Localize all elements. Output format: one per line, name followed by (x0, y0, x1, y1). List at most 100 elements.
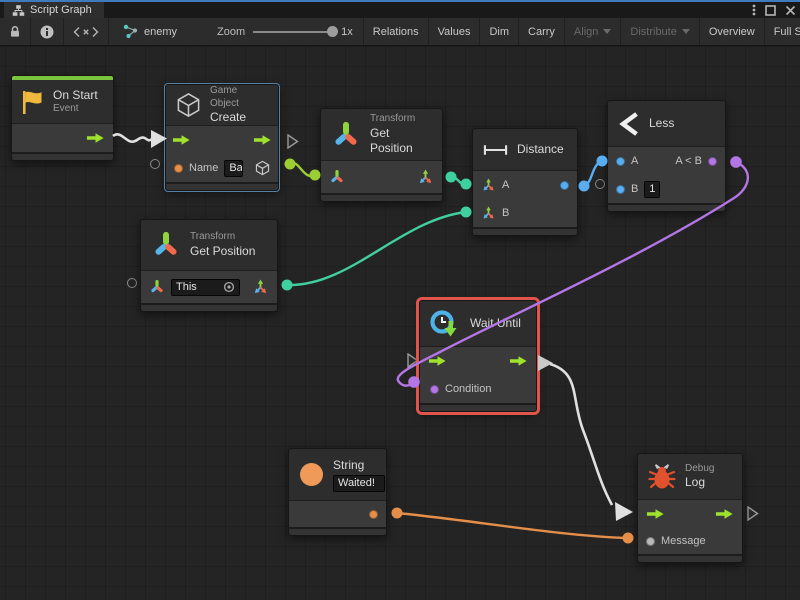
name-value-field[interactable]: Ball (224, 160, 243, 177)
transform-icon (331, 120, 361, 150)
zoom-slider[interactable] (253, 31, 333, 33)
tab-title: Script Graph (30, 4, 92, 16)
vector3-in-port[interactable] (481, 178, 496, 193)
graph-breadcrumb[interactable]: enemy (109, 18, 191, 45)
name-input-port[interactable] (174, 164, 183, 173)
wire-wait-debug-arrowhead (615, 502, 633, 521)
wire-endpoint (730, 156, 742, 168)
less-icon (618, 111, 640, 137)
unconnected-value-port[interactable] (150, 159, 160, 169)
align-dropdown[interactable]: Align (565, 18, 621, 45)
button-label: Full Screen (774, 26, 800, 38)
message-in-port[interactable] (646, 537, 655, 546)
node-create-gameobject[interactable]: Game Object Create Name Ball (165, 84, 279, 191)
window-chrome: Script Graph (0, 0, 800, 46)
b-in-port[interactable] (616, 185, 625, 194)
button-label: Dim (489, 26, 509, 38)
node-get-position-bottom[interactable]: Transform Get Position This (140, 219, 278, 312)
flow-in-port[interactable] (428, 355, 447, 367)
flow-in-port[interactable] (172, 134, 191, 146)
node-title: String (333, 458, 385, 473)
result-out-port[interactable] (708, 157, 717, 166)
cube-icon (176, 92, 201, 118)
button-label: Overview (709, 26, 755, 38)
button-label: Values (438, 26, 471, 38)
node-footer (608, 203, 725, 211)
values-button[interactable]: Values (429, 18, 481, 45)
a-in-port[interactable] (616, 157, 625, 166)
lock-button[interactable] (0, 18, 31, 45)
target-value: This (176, 280, 197, 295)
zoom-slider-handle[interactable] (327, 26, 338, 37)
target-icon[interactable] (223, 281, 235, 293)
chevron-down-icon (603, 29, 611, 34)
overview-button[interactable]: Overview (700, 18, 765, 45)
gameobject-out-port[interactable] (255, 160, 270, 176)
tab-bar: Script Graph (0, 2, 800, 18)
node-less[interactable]: Less A A < B B 1 (607, 100, 726, 212)
zoom-control: Zoom 1x (207, 18, 364, 45)
node-debug-log[interactable]: Debug Log Message (637, 453, 743, 563)
node-on-start[interactable]: On Start Event (11, 75, 114, 161)
b-value-field[interactable]: 1 (644, 181, 660, 198)
node-category: Debug (685, 463, 714, 476)
unconnected-flow-port[interactable] (407, 353, 419, 368)
wire-endpoint (461, 179, 472, 190)
maximize-icon[interactable] (765, 5, 776, 16)
node-category: Game Object (210, 85, 268, 110)
node-title: On Start (53, 88, 98, 103)
port-label: B (631, 183, 638, 195)
wire-getpos2-distance-b (287, 212, 466, 285)
string-value-field[interactable]: Waited! (333, 475, 385, 492)
vector3-in-port[interactable] (481, 206, 496, 221)
node-get-position-top[interactable]: Transform Get Position (320, 108, 443, 202)
dim-button[interactable]: Dim (480, 18, 519, 45)
transform-in-port[interactable] (329, 169, 345, 185)
bug-icon (648, 463, 676, 490)
flow-out-port[interactable] (253, 134, 272, 146)
transform-icon (151, 230, 181, 260)
zoom-label: Zoom (217, 26, 245, 38)
wire-create-getposition (290, 163, 315, 176)
wire-onstart-create (113, 134, 152, 141)
script-graph-window: On Start Event Game Object Create (0, 0, 800, 600)
flow-out-port[interactable] (509, 355, 528, 367)
relations-button[interactable]: Relations (364, 18, 429, 45)
vector3-out-port[interactable] (252, 279, 269, 296)
target-field[interactable]: This (171, 279, 240, 296)
close-icon[interactable] (785, 5, 796, 16)
string-icon (299, 462, 324, 487)
info-icon (40, 25, 54, 39)
inspect-button[interactable] (31, 18, 64, 45)
node-title: Wait Until (470, 316, 521, 331)
node-footer (12, 152, 113, 160)
result-out-port[interactable] (560, 181, 569, 190)
unconnected-value-port[interactable] (595, 179, 605, 189)
graph-hierarchy-icon (12, 4, 25, 17)
transform-in-port[interactable] (149, 279, 165, 295)
condition-in-port[interactable] (430, 385, 439, 394)
zoom-value: 1x (341, 26, 353, 38)
node-footer (289, 527, 386, 535)
wire-endpoint (446, 172, 457, 183)
flow-in-port[interactable] (646, 508, 665, 520)
string-out-port[interactable] (369, 510, 378, 519)
unconnected-flow-port[interactable] (747, 506, 759, 521)
wire-endpoint (579, 181, 590, 192)
kebab-menu-icon[interactable] (752, 3, 756, 17)
node-string[interactable]: String Waited! (288, 448, 387, 536)
node-wait-until[interactable]: Wait Until Condition (419, 300, 537, 412)
unconnected-value-port[interactable] (127, 278, 137, 288)
node-distance[interactable]: Distance A B (472, 128, 578, 236)
full-screen-button[interactable]: Full Screen (765, 18, 800, 45)
distribute-dropdown[interactable]: Distribute (621, 18, 699, 45)
wire-endpoint (597, 156, 608, 167)
tab-script-graph[interactable]: Script Graph (4, 2, 104, 18)
flow-out-port[interactable] (715, 508, 734, 520)
button-label: Carry (528, 26, 555, 38)
unconnected-flow-port[interactable] (287, 134, 299, 149)
carry-button[interactable]: Carry (519, 18, 565, 45)
edit-graph-button[interactable] (64, 18, 109, 45)
flow-out-port[interactable] (86, 132, 105, 144)
vector3-out-port[interactable] (417, 169, 434, 186)
